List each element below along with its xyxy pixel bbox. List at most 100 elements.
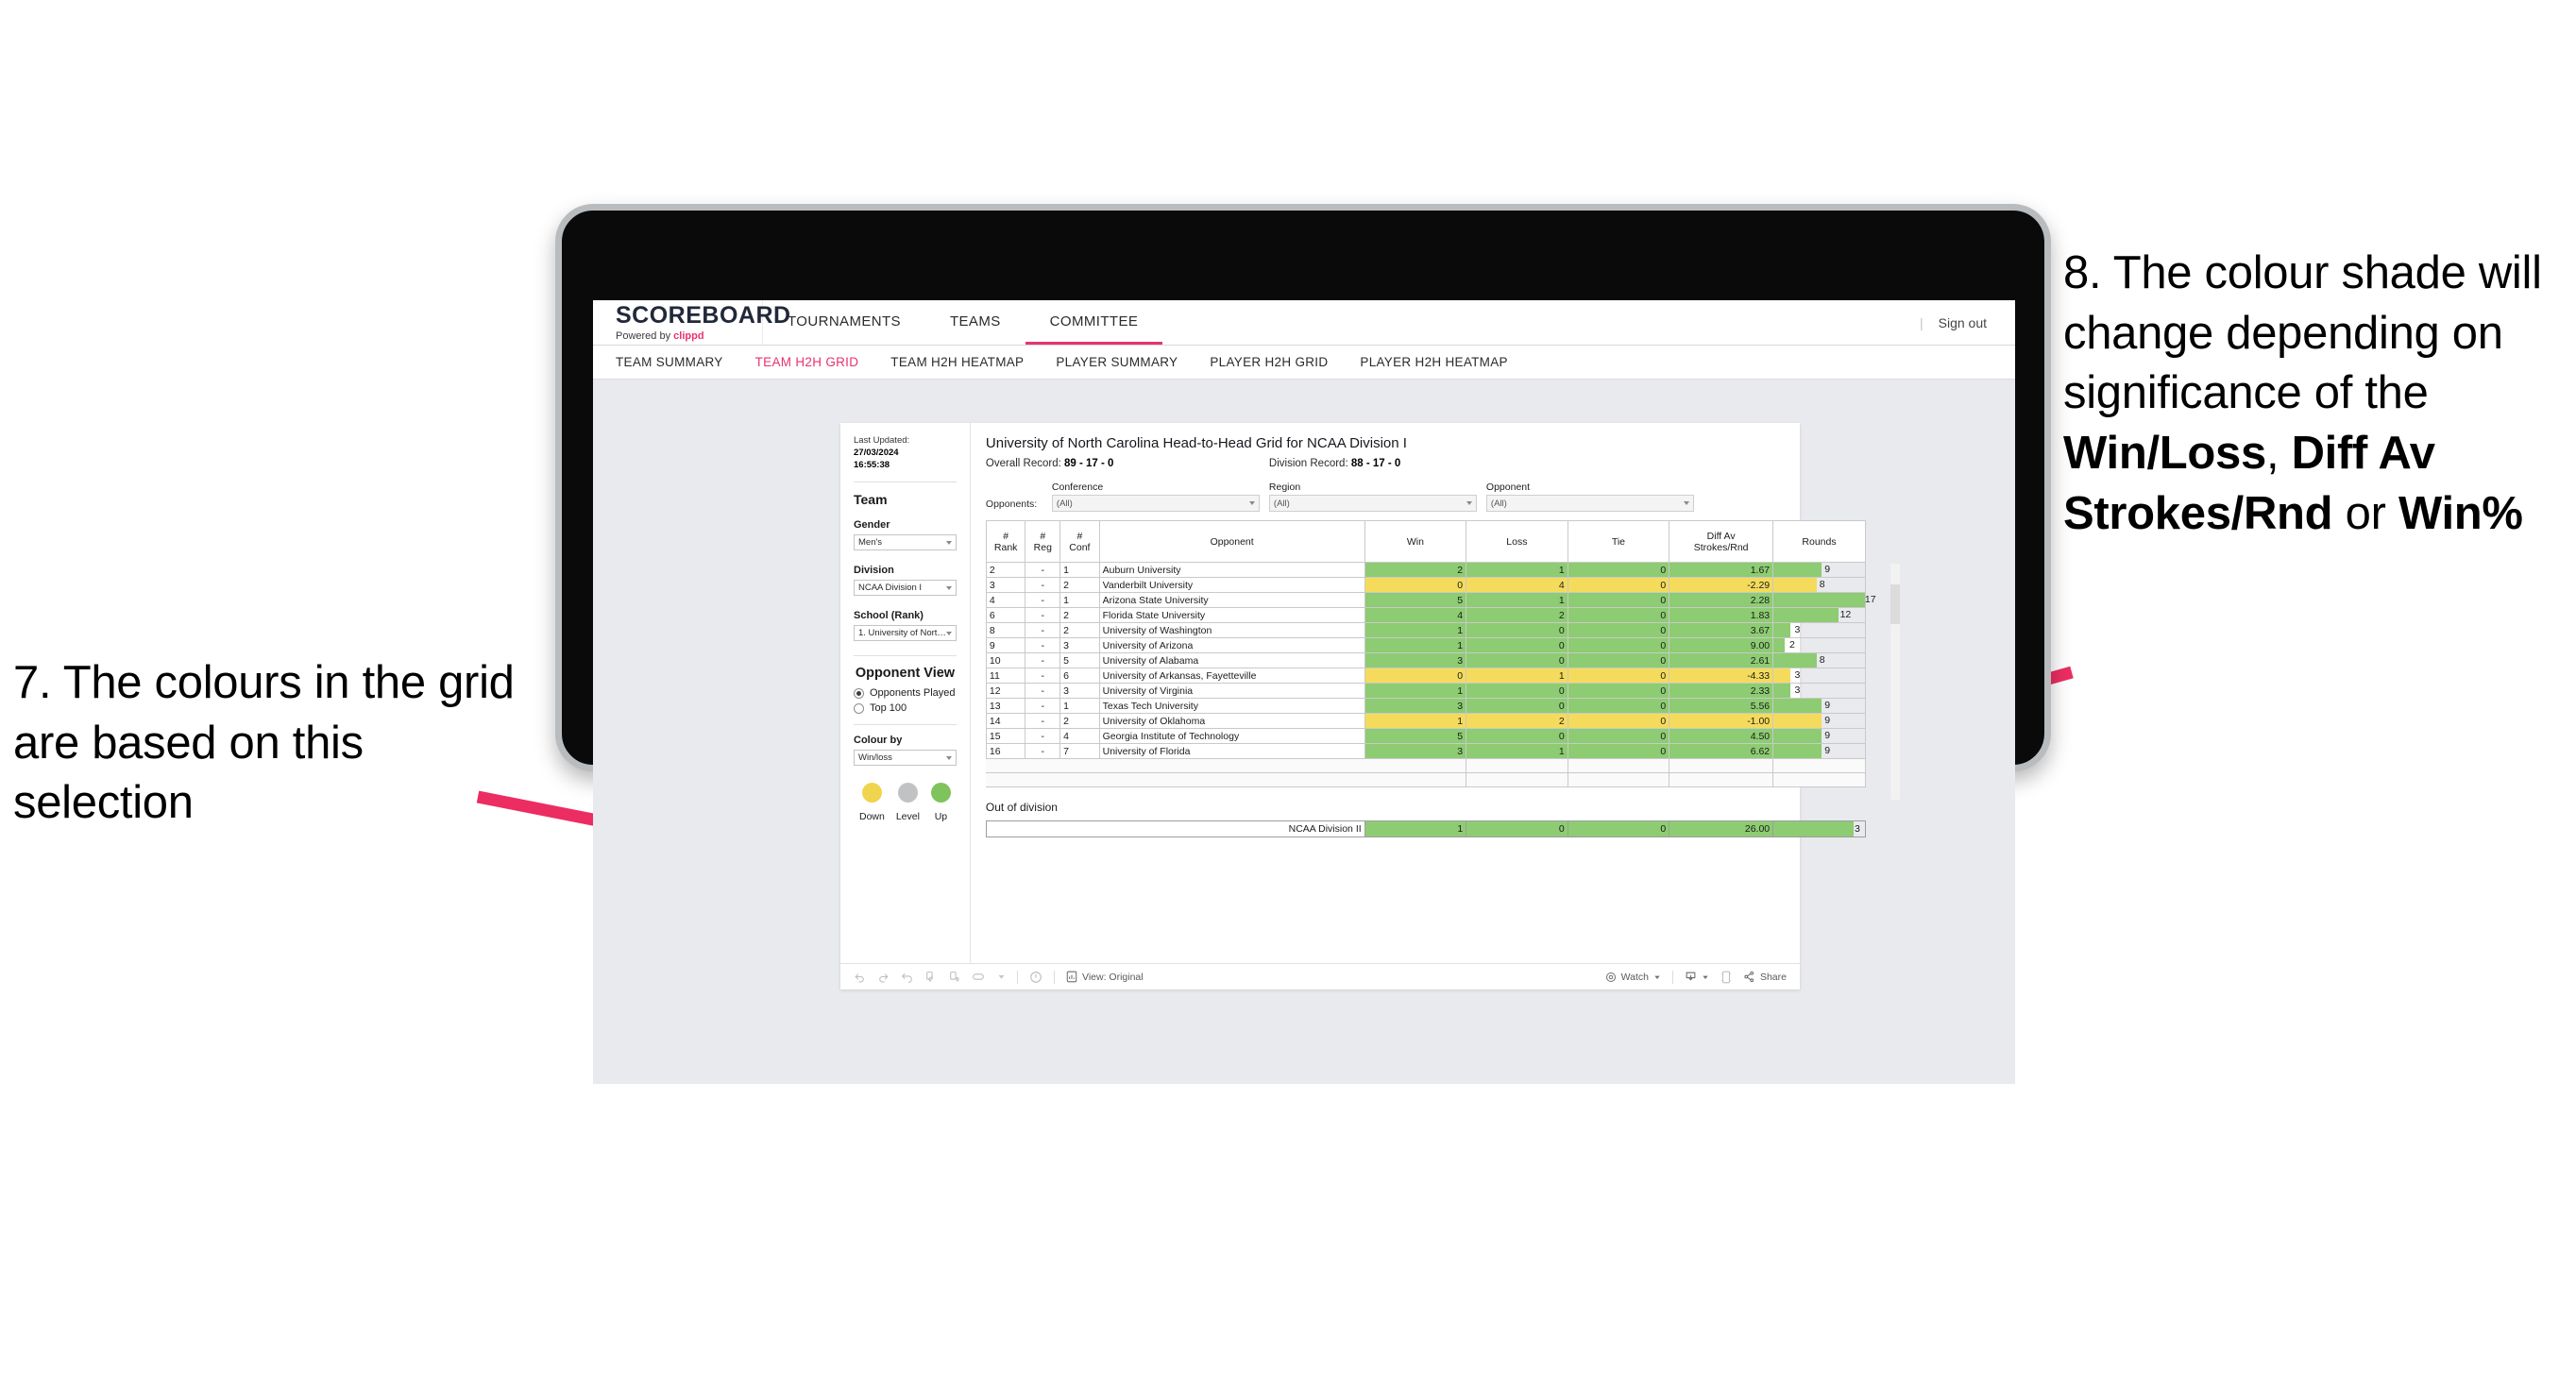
cell-tie: 0 bbox=[1567, 637, 1670, 653]
table-row[interactable]: 13-1 Texas Tech University 3 0 0 5.56 9 bbox=[985, 698, 1866, 714]
share-button[interactable]: Share bbox=[1743, 971, 1787, 983]
colour-by-select[interactable]: Win/loss bbox=[854, 750, 957, 767]
cell-rank: 2 bbox=[985, 562, 1026, 578]
cell-blank bbox=[1772, 772, 1866, 787]
topnav-item-teams[interactable]: TEAMS bbox=[925, 300, 1025, 345]
subnav-item-team-summary[interactable]: TEAM SUMMARY bbox=[616, 355, 723, 369]
region-value: (All) bbox=[1273, 498, 1290, 509]
cell-rounds-bar: 9 bbox=[1772, 713, 1866, 729]
cell-conf: 6 bbox=[1059, 668, 1100, 684]
subnav-item-player-h2h-grid[interactable]: PLAYER H2H GRID bbox=[1210, 355, 1328, 369]
device-layout-icon[interactable] bbox=[1720, 971, 1732, 984]
download-icon bbox=[1686, 972, 1696, 981]
table-row[interactable]: 11-6 University of Arkansas, Fayetteville… bbox=[985, 668, 1866, 684]
table-row[interactable]: 3-2 Vanderbilt University 0 4 0 -2.29 8 bbox=[985, 577, 1866, 593]
table-row[interactable]: 15-4 Georgia Institute of Technology 5 0 0 4.… bbox=[985, 728, 1866, 744]
rounds-value: 2 bbox=[1789, 639, 1795, 651]
cell-reg: - bbox=[1025, 683, 1061, 699]
download-button[interactable] bbox=[1685, 971, 1709, 983]
col-diff: Diff Av Strokes/Rnd bbox=[1669, 520, 1774, 563]
cell-diff: 1.83 bbox=[1669, 607, 1774, 623]
cell-rounds-bar: 9 bbox=[1772, 698, 1866, 714]
division-select[interactable]: NCAA Division I bbox=[854, 580, 957, 597]
cell-reg: - bbox=[1025, 577, 1061, 593]
legend-dot-level bbox=[897, 783, 918, 803]
chevron-down-icon bbox=[1703, 975, 1708, 979]
cell-win: 3 bbox=[1364, 698, 1467, 714]
subnav-item-team-h2h-heatmap[interactable]: TEAM H2H HEATMAP bbox=[890, 355, 1024, 369]
table-row[interactable]: 12-3 University of Virginia 1 0 0 2.33 3 bbox=[985, 683, 1866, 699]
refresh-icon[interactable] bbox=[924, 971, 937, 983]
col-rank: # Rank bbox=[985, 520, 1026, 563]
col-rounds: Rounds bbox=[1772, 520, 1866, 563]
rounds-value: 9 bbox=[1824, 564, 1831, 575]
cell-tie: 0 bbox=[1567, 683, 1670, 699]
undo-icon[interactable] bbox=[854, 971, 866, 983]
cell-win: 3 bbox=[1364, 743, 1467, 759]
cell-blank bbox=[1059, 758, 1100, 773]
cell-rounds-bar: 8 bbox=[1772, 577, 1866, 593]
watch-icon bbox=[1605, 972, 1616, 982]
brand-title: SCOREBOARD bbox=[616, 301, 791, 329]
gender-select[interactable]: Men's bbox=[854, 534, 957, 551]
subnav-item-player-h2h-heatmap[interactable]: PLAYER H2H HEATMAP bbox=[1360, 355, 1507, 369]
last-updated-time: 16:55:38 bbox=[854, 459, 890, 470]
cell-diff: -4.33 bbox=[1669, 668, 1774, 684]
opponents-label: Opponents: bbox=[985, 499, 1038, 510]
table-row[interactable]: 2-1 Auburn University 2 1 0 1.67 9 bbox=[985, 562, 1866, 578]
chevron-down-icon bbox=[945, 755, 952, 760]
table-header-row: # Rank # Reg # Conf Opponent Win Loss Tie D… bbox=[985, 520, 1866, 563]
table-row[interactable]: 14-2 University of Oklahoma 1 2 0 -1.00 9 bbox=[985, 713, 1866, 729]
rounds-value: 17 bbox=[1864, 594, 1876, 605]
view-original-button[interactable]: View: Original bbox=[1066, 971, 1144, 983]
table-vertical-scrollbar[interactable] bbox=[1890, 564, 1900, 800]
rounds-bar bbox=[1773, 563, 1822, 577]
table-row[interactable]: 6-2 Florida State University 4 2 0 1.83 12 bbox=[985, 607, 1866, 623]
table-row[interactable]: 10-5 University of Alabama 3 0 0 2.61 8 bbox=[985, 652, 1866, 668]
cell-conf: 2 bbox=[1059, 713, 1100, 729]
cell-conf: 7 bbox=[1059, 743, 1100, 759]
conference-value: (All) bbox=[1056, 498, 1073, 509]
cell-blank bbox=[1059, 772, 1100, 787]
cell-win: 2 bbox=[1364, 562, 1467, 578]
cell-diff: 9.00 bbox=[1669, 637, 1774, 653]
table-row[interactable]: 8-2 University of Washington 1 0 0 3.67 3 bbox=[985, 622, 1866, 638]
topnav-item-tournaments[interactable]: TOURNAMENTS bbox=[763, 300, 925, 345]
cell-diff: 2.61 bbox=[1669, 652, 1774, 668]
subscribe-icon[interactable] bbox=[972, 971, 986, 983]
radio-top-100[interactable]: Top 100 bbox=[854, 702, 957, 714]
conference-select[interactable]: (All) bbox=[1051, 495, 1260, 512]
cell-opponent: Texas Tech University bbox=[1098, 698, 1365, 714]
sub-navigation: TEAM SUMMARY TEAM H2H GRID TEAM H2H HEAT… bbox=[593, 346, 2015, 380]
radio-opponents-played[interactable]: Opponents Played bbox=[854, 687, 957, 699]
rounds-value: 9 bbox=[1824, 715, 1831, 726]
pause-icon[interactable] bbox=[948, 971, 960, 983]
cell-conf: 2 bbox=[1059, 577, 1100, 593]
table-row[interactable]: 4-1 Arizona State University 5 1 0 2.28 17 bbox=[985, 592, 1876, 608]
cell-win: 5 bbox=[1364, 728, 1467, 744]
revert-icon[interactable] bbox=[901, 971, 913, 983]
opponent-select[interactable]: (All) bbox=[1485, 495, 1694, 512]
rounds-bar bbox=[1773, 578, 1817, 592]
cell-win: 0 bbox=[1364, 577, 1467, 593]
redo-icon[interactable] bbox=[877, 971, 890, 983]
topnav-item-committee[interactable]: COMMITTEE bbox=[1025, 300, 1163, 345]
chevron-down-icon[interactable] bbox=[997, 972, 1006, 981]
table-row[interactable]: 16-7 University of Florida 3 1 0 6.62 9 bbox=[985, 743, 1866, 759]
divider bbox=[1671, 970, 1673, 984]
annotation-text: , bbox=[2265, 428, 2292, 480]
division-label: Division bbox=[854, 565, 894, 577]
conference-label: Conference bbox=[1051, 482, 1104, 493]
table-row[interactable]: 9-3 University of Arizona 1 0 0 9.00 2 bbox=[985, 637, 1866, 653]
signout-link[interactable]: Sign out bbox=[1939, 315, 1987, 330]
cell-tie: 0 bbox=[1567, 562, 1670, 578]
scrollbar-thumb[interactable] bbox=[1890, 584, 1900, 624]
region-select[interactable]: (All) bbox=[1268, 495, 1477, 512]
watch-button[interactable]: Watch bbox=[1605, 972, 1661, 983]
workspace: Last Updated: 27/03/2024 16:55:38 Team G… bbox=[593, 380, 2015, 1084]
opponent-view-heading: Opponent View bbox=[855, 666, 956, 682]
subnav-item-player-summary[interactable]: PLAYER SUMMARY bbox=[1056, 355, 1178, 369]
pause-auto-update-icon[interactable] bbox=[1029, 971, 1042, 984]
subnav-item-team-h2h-grid[interactable]: TEAM H2H GRID bbox=[755, 355, 859, 369]
school-rank-select[interactable]: 1. University of Nort… bbox=[854, 625, 957, 642]
